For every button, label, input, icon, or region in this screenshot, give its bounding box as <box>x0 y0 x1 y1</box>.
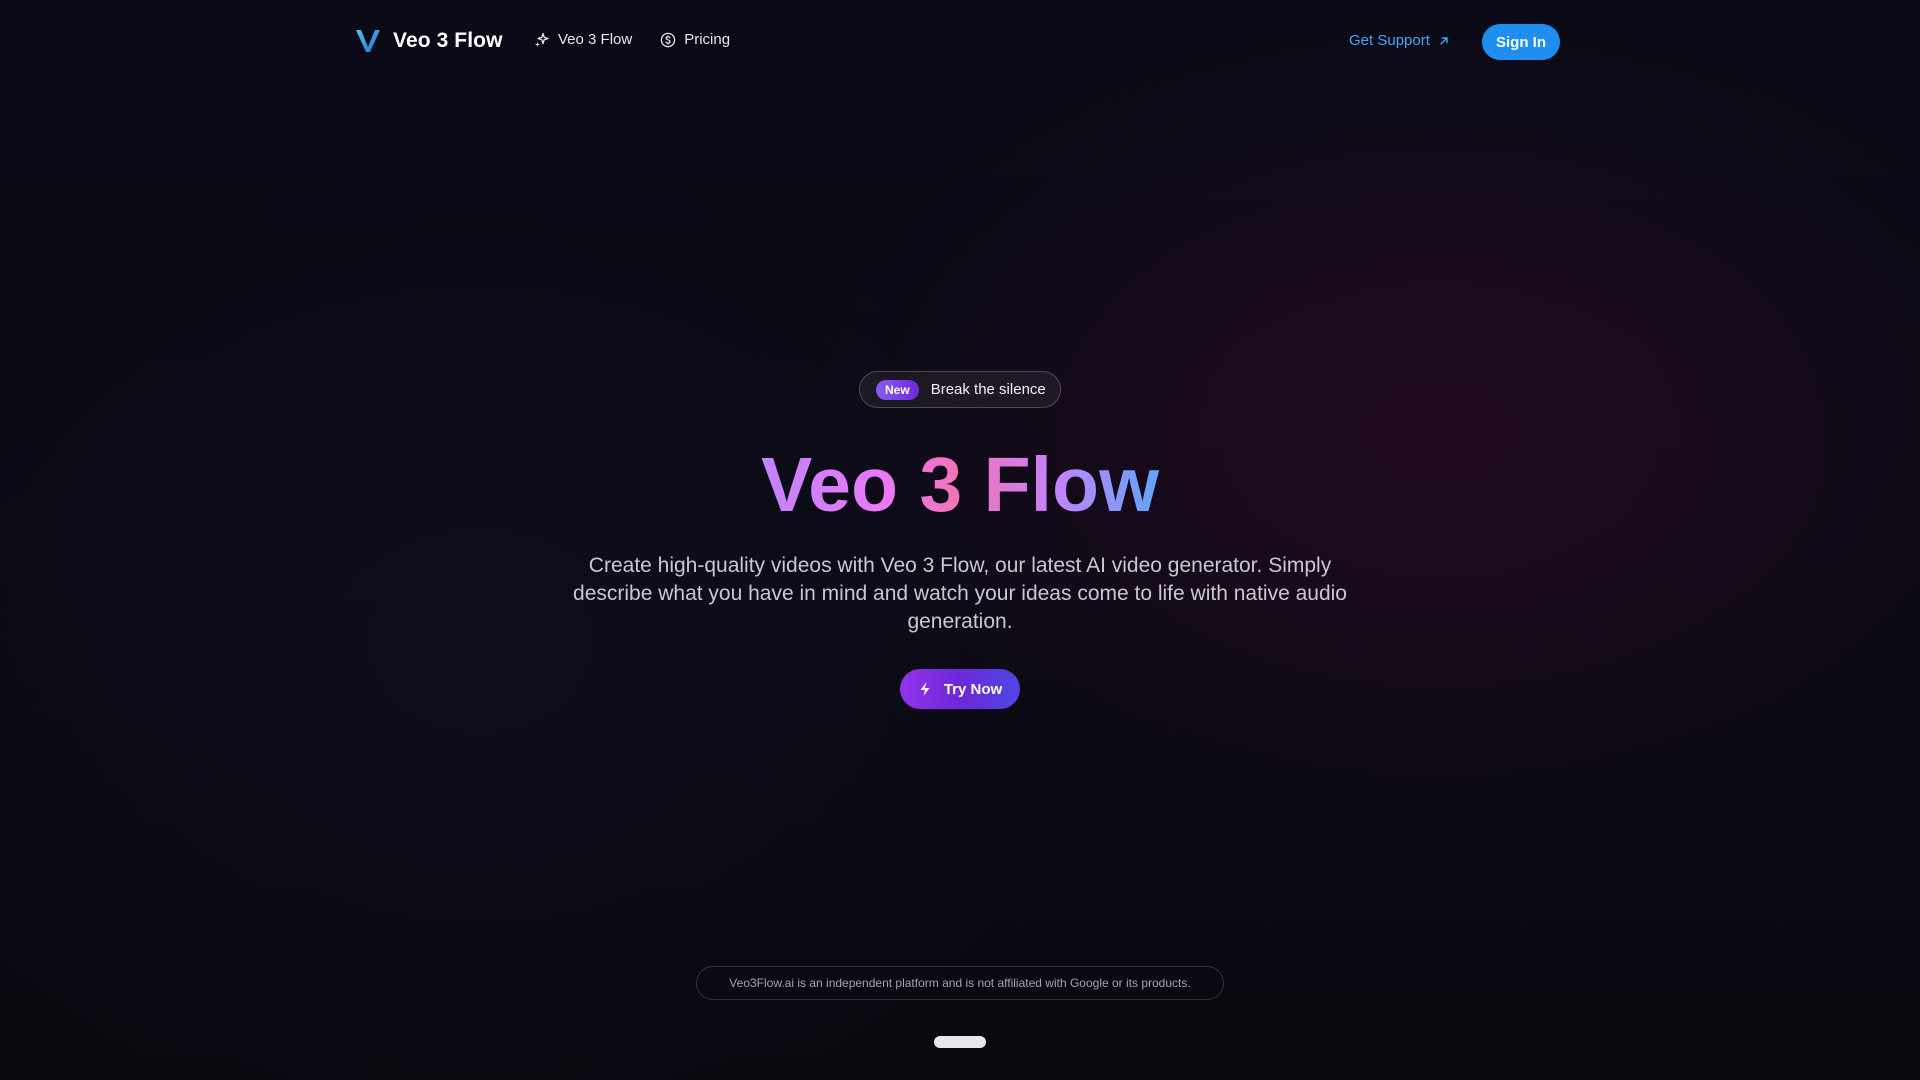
scroll-handle[interactable] <box>934 1036 986 1048</box>
nav-item-label: Veo 3 Flow <box>558 31 633 48</box>
try-now-button[interactable]: Try Now <box>900 669 1020 709</box>
arrow-up-right-icon <box>1440 36 1448 45</box>
sparkles-icon <box>535 32 549 47</box>
get-support-link[interactable]: Get Support <box>1349 32 1450 49</box>
new-pill: New <box>876 379 919 400</box>
nav-item-pricing[interactable]: Pricing <box>660 31 730 48</box>
disclaimer-notice: Veo3Flow.ai is an independent platform a… <box>696 966 1224 1000</box>
nav-item-label: Pricing <box>684 31 731 48</box>
site-header: Veo 3 Flow Veo 3 Flow Pricing Get Suppor… <box>0 0 1920 84</box>
lightning-icon <box>920 682 930 696</box>
brand-name: Veo 3 Flow <box>393 29 503 52</box>
announcement-badge[interactable]: New Break the silence <box>859 371 1061 408</box>
disclaimer-text: Veo3Flow.ai is an independent platform a… <box>729 976 1191 990</box>
main-nav: Veo 3 Flow Pricing <box>534 31 730 48</box>
brand-logo[interactable]: Veo 3 Flow <box>355 28 503 54</box>
dollar-circle-icon <box>660 32 676 47</box>
badge-text: Break the silence <box>930 381 1046 398</box>
hero-description: Create high-quality videos with Veo 3 Fl… <box>573 554 1347 633</box>
hero-title: Veo 3 Flow <box>0 440 1920 530</box>
sign-in-button[interactable]: Sign In <box>1482 24 1560 60</box>
try-now-label: Try Now <box>943 680 1003 698</box>
get-support-label: Get Support <box>1349 32 1430 49</box>
v-logo-icon <box>356 30 380 52</box>
hero-title-text: Veo 3 Flow <box>761 442 1159 528</box>
nav-item-veo-3-flow[interactable]: Veo 3 Flow <box>534 31 632 48</box>
